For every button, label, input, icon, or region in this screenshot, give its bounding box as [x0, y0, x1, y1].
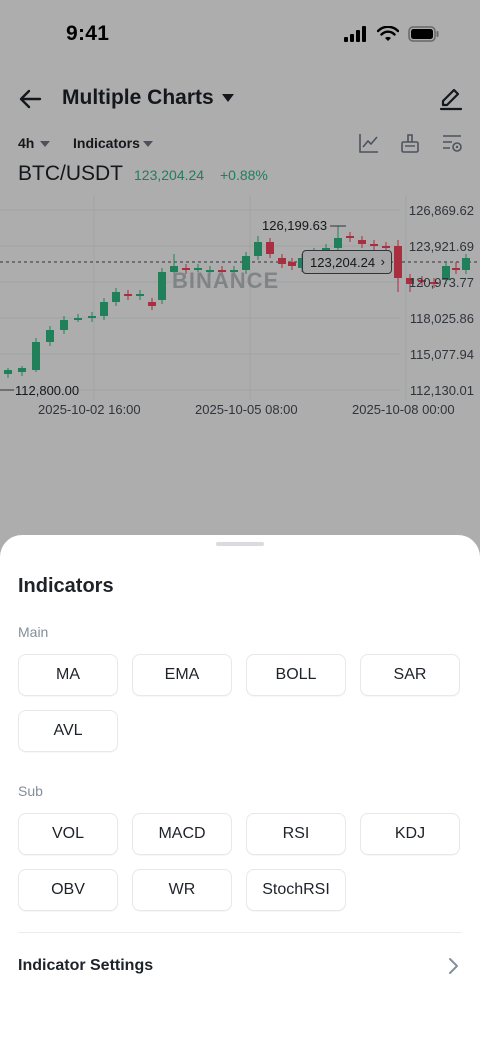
indicator-chip-obv[interactable]: OBV	[18, 869, 118, 911]
chevron-right-icon	[449, 958, 458, 974]
sheet-drag-handle[interactable]	[216, 542, 264, 546]
section-label-sub: Sub	[18, 783, 43, 799]
indicator-chip-wr[interactable]: WR	[132, 869, 232, 911]
indicator-chip-vol[interactable]: VOL	[18, 813, 118, 855]
indicators-bottom-sheet: Indicators Main MA EMA BOLL SAR AVL Sub …	[0, 535, 480, 1040]
indicator-chip-macd[interactable]: MACD	[132, 813, 232, 855]
indicator-chip-avl[interactable]: AVL	[18, 710, 118, 752]
indicator-settings-label: Indicator Settings	[18, 957, 154, 974]
indicator-chip-stochrsi[interactable]: StochRSI	[246, 869, 346, 911]
indicator-chip-kdj[interactable]: KDJ	[360, 813, 460, 855]
section-label-main: Main	[18, 624, 49, 640]
sheet-title: Indicators	[18, 575, 114, 597]
indicator-settings-row[interactable]: Indicator Settings	[0, 943, 480, 989]
divider	[18, 932, 462, 933]
indicator-chip-rsi[interactable]: RSI	[246, 813, 346, 855]
indicator-chip-ma[interactable]: MA	[18, 654, 118, 696]
indicator-chip-boll[interactable]: BOLL	[246, 654, 346, 696]
screen: 9:41 Multiple Charts 4h Indicators BTC/U…	[0, 0, 480, 1040]
indicator-chip-ema[interactable]: EMA	[132, 654, 232, 696]
indicator-chip-sar[interactable]: SAR	[360, 654, 460, 696]
